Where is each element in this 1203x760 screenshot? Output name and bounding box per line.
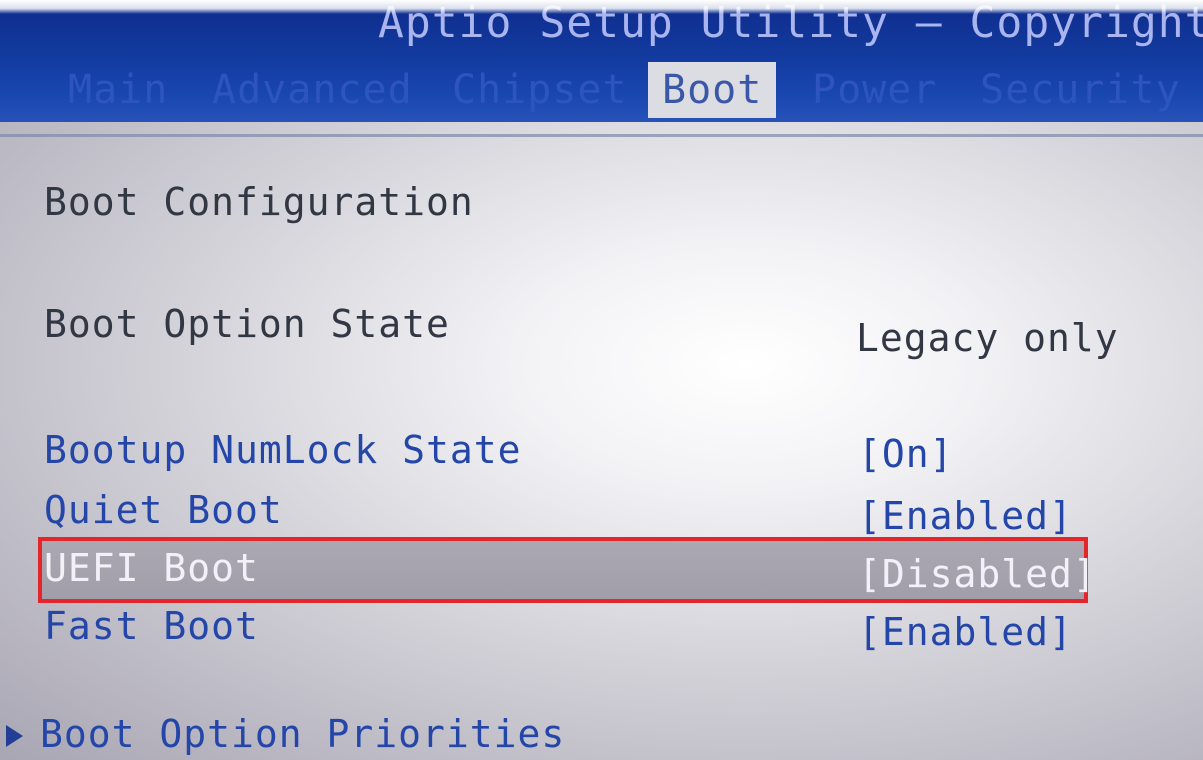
setting-fast-boot-value[interactable]: [Enabled]: [858, 610, 1073, 654]
header-bar: Aptio Setup Utility – Copyright (C Main …: [0, 0, 1203, 122]
tab-chipset[interactable]: Chipset: [452, 62, 628, 118]
triangle-right-icon: [6, 725, 23, 747]
tab-power[interactable]: Power: [812, 62, 937, 118]
utility-title: Aptio Setup Utility – Copyright (C: [378, 0, 1203, 48]
tab-main[interactable]: Main: [68, 62, 168, 118]
setting-uefi-boot-label[interactable]: UEFI Boot: [44, 546, 259, 590]
setting-bootup-numlock-label[interactable]: Bootup NumLock State: [44, 428, 522, 472]
bios-screen: Aptio Setup Utility – Copyright (C Main …: [0, 0, 1203, 760]
tab-security[interactable]: Security: [980, 62, 1181, 118]
boot-option-state-value: Legacy only: [856, 316, 1119, 360]
setting-quiet-boot-value[interactable]: [Enabled]: [858, 494, 1073, 538]
tab-bar: Main Advanced Chipset Boot Power Securit…: [0, 62, 1203, 118]
setting-bootup-numlock-value[interactable]: [On]: [858, 432, 954, 476]
tab-advanced[interactable]: Advanced: [212, 62, 413, 118]
section-title: Boot Configuration: [44, 180, 474, 224]
submenu-boot-option-priorities[interactable]: Boot Option Priorities: [40, 712, 565, 756]
setting-fast-boot-label[interactable]: Fast Boot: [44, 604, 259, 648]
tab-boot[interactable]: Boot: [648, 62, 777, 118]
setting-quiet-boot-label[interactable]: Quiet Boot: [44, 488, 283, 532]
setting-uefi-boot-value[interactable]: [Disabled]: [858, 552, 1097, 596]
boot-option-state-label: Boot Option State: [44, 302, 450, 346]
header-divider: [0, 134, 1203, 137]
